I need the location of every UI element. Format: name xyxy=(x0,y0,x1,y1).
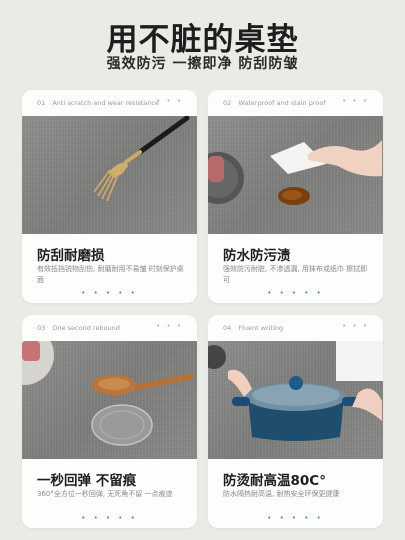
card-menu-dots: • • • xyxy=(156,97,183,105)
card-description: 强效防污耐脏, 不渗透漏, 用抹布或纸巾 擦拭即可 xyxy=(223,265,368,284)
spoon-and-glass-illustration xyxy=(22,341,194,446)
card-header: 03 One second rebound • • • xyxy=(22,315,197,341)
fork-illustration xyxy=(93,116,190,202)
card-title: 防烫耐高温80C° xyxy=(223,473,326,489)
stain-wipe-photo xyxy=(208,116,383,234)
card-title: 防刮耐磨损 xyxy=(37,248,105,264)
card-number: 02 xyxy=(223,99,232,107)
card-menu-dots: • • • xyxy=(342,97,369,105)
card-menu-dots: • • • xyxy=(342,322,369,330)
feature-card-waterproof: 02 Waterproof and stain proof • • • 防水防污… xyxy=(208,90,383,303)
feature-card-rebound: 03 One second rebound • • • 一秒回弹 不留痕 360… xyxy=(22,315,197,528)
feature-card-scratch: 01 Anti scratch and wear resistance • • … xyxy=(22,90,197,303)
feature-card-heat-resistant: 04 Fluent writing • • • 防烫耐高温80C° 防水隔热耐高… xyxy=(208,315,383,528)
card-number: 04 xyxy=(223,324,232,332)
card-footer-dots: • • • • • xyxy=(81,514,138,522)
card-header: 01 Anti scratch and wear resistance • • … xyxy=(22,90,197,116)
card-header: 04 Fluent writing • • • xyxy=(208,315,383,341)
card-description: 有效抵挡锐物刮伤, 耐磨耐用不易皱 时刻保护桌面 xyxy=(37,265,184,284)
card-number: 01 xyxy=(37,99,46,107)
card-caption: Fluent writing xyxy=(238,324,284,332)
card-footer-dots: • • • • • xyxy=(267,289,324,297)
card-caption: Waterproof and stain proof xyxy=(238,99,326,107)
fork-scratch-photo xyxy=(22,116,197,234)
card-header: 02 Waterproof and stain proof • • • xyxy=(208,90,383,116)
card-footer-dots: • • • • • xyxy=(81,289,138,297)
card-title: 防水防污渍 xyxy=(223,248,291,264)
card-description: 360°全方位一秒回弹, 无死角不留 一点痕迹 xyxy=(37,490,173,498)
card-caption: Anti scratch and wear resistance xyxy=(52,99,159,107)
card-description: 防水隔热耐高温, 耐热安全环保更健康 xyxy=(223,490,340,498)
card-footer-dots: • • • • • xyxy=(267,514,324,522)
card-title: 一秒回弹 不留痕 xyxy=(37,473,137,489)
card-caption: One second rebound xyxy=(52,324,120,332)
card-number: 03 xyxy=(37,324,46,332)
plate-and-tissue-illustration xyxy=(208,140,382,205)
page-subtitle: 强效防污 一擦即净 防刮防皱 xyxy=(106,56,299,72)
spoon-glass-photo xyxy=(22,341,197,459)
pot-photo xyxy=(208,341,383,459)
card-menu-dots: • • • xyxy=(156,322,183,330)
pot-illustration xyxy=(208,341,383,441)
page-header: 用不脏的桌垫 强效防污 一擦即净 防刮防皱 xyxy=(0,0,405,82)
